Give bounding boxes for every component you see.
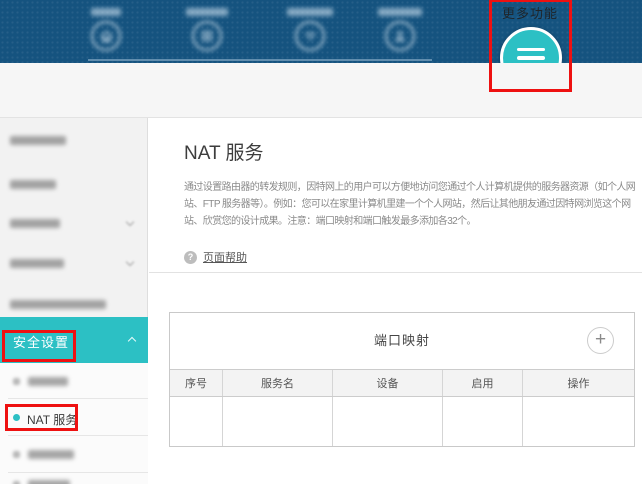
user-icon [385, 21, 415, 51]
router-admin-page: 更多功能 安全设置 NAT 服务 NAT 服务 通过设置路由器的转发规则，因特网… [0, 0, 642, 484]
top-nav-bar: 更多功能 [0, 0, 642, 89]
column-header-index: 序号 [170, 370, 223, 396]
nav-item-wifi[interactable] [275, 0, 345, 63]
nav-item-user[interactable] [365, 0, 435, 63]
chevron-up-icon [127, 336, 137, 346]
table-caption: 端口映射 [373, 333, 430, 348]
sidebar-item-redacted-2[interactable] [0, 176, 148, 198]
column-header-enable: 启用 [443, 370, 523, 396]
home-icon [91, 21, 121, 51]
table-header-row: 序号 服务名 设备 启用 操作 [170, 369, 634, 397]
nav-label-redacted [186, 8, 228, 16]
more-functions-label: 更多功能 [502, 6, 559, 21]
question-mark-icon: ? [184, 250, 197, 264]
settings-sidebar: 安全设置 NAT 服务 [0, 118, 148, 484]
wifi-icon [295, 21, 325, 51]
nav-item-apps[interactable] [172, 0, 242, 63]
submenu-item-nat-service[interactable]: NAT 服务 [0, 399, 148, 436]
submenu-item-redacted-1[interactable] [0, 363, 148, 400]
content-divider [149, 272, 642, 273]
nav-underline [88, 59, 432, 61]
apps-icon [192, 21, 222, 51]
nav-label-redacted [91, 8, 121, 16]
security-settings-label: 安全设置 [13, 335, 70, 350]
security-submenu: NAT 服务 [0, 363, 148, 484]
submenu-item-redacted-3[interactable] [0, 473, 148, 484]
page-description: 通过设置路由器的转发规则，因特网上的用户可以方便地访问您通过个人计算机提供的服务… [184, 182, 636, 227]
page-help-label: 页面帮助 [203, 252, 247, 264]
secondary-header-band [0, 63, 642, 118]
sidebar-item-security-settings[interactable]: 安全设置 [0, 317, 148, 363]
hamburger-icon [517, 47, 545, 52]
table-caption-row: 端口映射 + [170, 313, 634, 369]
column-header-service: 服务名 [223, 370, 333, 396]
port-mapping-table: 端口映射 + 序号 服务名 设备 启用 操作 [169, 312, 635, 447]
nav-item-home[interactable] [71, 0, 141, 63]
dot-icon [13, 414, 20, 421]
column-header-action: 操作 [567, 378, 590, 390]
chevron-down-icon [125, 217, 135, 227]
sidebar-item-redacted-4[interactable] [0, 255, 148, 277]
page-help-link[interactable]: ? 页面帮助 [184, 249, 247, 265]
page-title: NAT 服务 [184, 143, 264, 164]
nav-label-redacted [287, 8, 333, 16]
sidebar-item-redacted-3[interactable] [0, 215, 148, 237]
submenu-item-redacted-2[interactable] [0, 436, 148, 473]
sidebar-item-redacted-5[interactable] [0, 296, 148, 318]
nav-label-redacted [378, 8, 422, 16]
table-row [170, 397, 634, 446]
column-header-device: 设备 [333, 370, 443, 396]
nat-service-panel: NAT 服务 通过设置路由器的转发规则，因特网上的用户可以方便地访问您通过个人计… [149, 118, 642, 484]
add-rule-button[interactable]: + [587, 327, 614, 354]
chevron-down-icon [125, 257, 135, 267]
nat-service-label: NAT 服务 [27, 413, 78, 427]
sidebar-item-redacted-1[interactable] [0, 132, 148, 154]
